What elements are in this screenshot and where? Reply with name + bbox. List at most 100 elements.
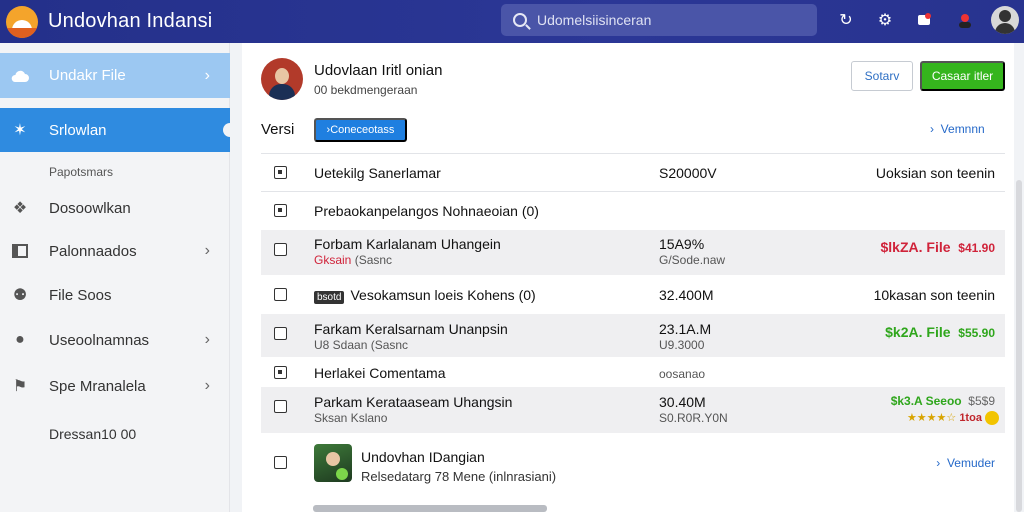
outline-button[interactable]: Sotarv — [851, 61, 913, 91]
row-price-label: $k2A. File — [885, 324, 951, 340]
chevron-right-icon: › — [930, 122, 941, 136]
row-checkbox[interactable] — [274, 166, 287, 179]
sidebar: Undakr File › ✶ Srlowlan Papotsmars ❖ Do… — [0, 43, 237, 512]
row-title-text: Vesokamsun loeis Kohens (0) — [350, 287, 536, 303]
version-link-label: Vemnnn — [940, 122, 985, 136]
row-size: 15A9% — [659, 236, 705, 252]
chevron-right-icon: › — [204, 377, 210, 394]
user-status-icon[interactable] — [953, 8, 977, 32]
table-row[interactable]: Forbam Karlalanam Uhangein Gksain (Sasnc… — [261, 230, 1005, 275]
search-box[interactable] — [501, 4, 817, 36]
row-subtitle: Gksain (Sasnc — [314, 253, 392, 267]
row-price: $k3.A Seeoo $5$9 — [891, 394, 995, 408]
version-button-label: Coneceotass — [330, 124, 395, 136]
sidebar-item-users[interactable]: ● Useoolnamnas › — [0, 327, 230, 353]
search-input[interactable] — [537, 12, 797, 28]
app-logo-icon[interactable] — [6, 5, 38, 38]
version-label: Versi — [261, 121, 295, 138]
row-badge: bsotd — [314, 291, 345, 304]
sidebar-item-label: Undakr File — [49, 67, 126, 84]
table-row[interactable]: Prebaokanpelangos Nohnaeoian (0) — [261, 192, 1005, 229]
sidebar-item-upload[interactable]: Undakr File › — [0, 53, 230, 98]
chevron-right-icon: › — [204, 331, 210, 348]
sidebar-item-label: Useoolnamnas — [49, 331, 150, 349]
row-title: Undovhan IDangian — [361, 449, 485, 465]
row-subtitle: Sksan Kslano — [314, 411, 388, 425]
pin-icon: ⚑ — [12, 378, 28, 395]
table-row[interactable]: Uetekilg Sanerlamar S20000V Uoksian son … — [261, 154, 1005, 191]
sidebar-item-active[interactable]: ✶ Srlowlan — [0, 108, 237, 152]
sidebar-item-panel[interactable]: Palonnaados › — [0, 238, 230, 264]
row-checkbox[interactable] — [274, 400, 287, 413]
version-link[interactable]: › Vemnnn — [930, 122, 985, 136]
star-icon: ✶ — [13, 122, 27, 139]
sidebar-item-files[interactable]: ⚉ File Soos — [0, 282, 230, 308]
scrollbar[interactable] — [1016, 180, 1022, 512]
chevron-right-icon: › — [204, 66, 210, 84]
rating-stars: ★★★★☆ 1toa — [906, 411, 999, 426]
row-size-sub: U9.3000 — [659, 338, 705, 352]
row-title: Farkam Keralsarnam Unanpsin — [314, 321, 508, 337]
row-size: 32.400M — [659, 287, 714, 303]
puzzle-icon: ❖ — [12, 200, 28, 217]
sidebar-item-label: Spe Mranalela — [49, 377, 146, 395]
row-subtitle-text: (Sasnc — [354, 253, 393, 267]
table-row[interactable]: Farkam Keralsarnam Unanpsin U8 Sdaan (Sa… — [261, 314, 1005, 357]
row-price-label: $lkZA. File — [880, 239, 951, 255]
row-price: $lkZA. File $41.90 — [880, 239, 995, 255]
profile-avatar — [261, 58, 303, 100]
window-icon — [10, 241, 30, 261]
row-link[interactable]: › Vemuder — [936, 456, 995, 470]
people-icon: ⚉ — [12, 287, 28, 304]
profile-subtitle: 00 bekdmengeraan — [314, 83, 418, 97]
sidebar-item-label: File Soos — [49, 286, 112, 304]
table-row[interactable]: Herlakei Comentama oosanao — [261, 358, 1005, 386]
row-checkbox[interactable] — [274, 243, 287, 256]
table-row[interactable]: bsotd Vesokamsun loeis Kohens (0) 32.400M… — [261, 276, 1005, 313]
refresh-icon[interactable]: ↻ — [834, 8, 858, 32]
notification-icon[interactable] — [912, 8, 936, 32]
row-subtitle: U8 Sdaan (Sasnc — [314, 338, 409, 352]
version-button[interactable]: › Coneceotass — [314, 118, 407, 142]
row-title: Herlakei Comentama — [314, 365, 446, 381]
row-price-value: $55.90 — [958, 326, 995, 340]
sidebar-item-label: Dosoowlkan — [49, 199, 131, 217]
star-icon: ★★★★☆ — [906, 412, 957, 424]
avatar[interactable] — [991, 6, 1019, 34]
row-size-sub: S0.R0R.Y0N — [659, 411, 728, 425]
primary-green-button[interactable]: Casaar itler — [920, 61, 1005, 91]
row-price-value: $5$9 — [968, 394, 995, 408]
row-size: 30.40M — [659, 394, 706, 410]
app-title: Undovhan Indansi — [48, 10, 213, 32]
row-size-sub: oosanao — [659, 367, 706, 381]
cloud-icon — [10, 66, 30, 86]
row-link-label: Vemuder — [946, 456, 995, 470]
row-checkbox[interactable] — [274, 456, 287, 469]
row-checkbox[interactable] — [274, 204, 287, 217]
table-row[interactable]: Parkam Kerataaseam Uhangsin Sksan Kslano… — [261, 387, 1005, 433]
row-checkbox[interactable] — [274, 366, 287, 379]
table-row[interactable]: Undovhan IDangian Relsedatarg 78 Mene (i… — [261, 440, 1005, 488]
sidebar-item-special[interactable]: ⚑ Spe Mranalela › — [0, 373, 230, 399]
profile-name: Udovlaan Iritl onian — [314, 62, 443, 79]
sidebar-item-downloads[interactable]: ❖ Dosoowlkan — [0, 195, 230, 221]
row-size-sub: G/Sode.naw — [659, 253, 726, 267]
row-title: Parkam Kerataaseam Uhangsin — [314, 394, 513, 410]
top-bar: Undovhan Indansi ↻ ⚙ — [0, 0, 1024, 43]
emoji-icon — [985, 411, 999, 426]
sidebar-item-label: Palonnaados — [49, 242, 137, 260]
row-price-label: $k3.A Seeoo — [890, 394, 962, 408]
row-subtitle: Relsedatarg 78 Mene (inlnrasiani) — [361, 469, 557, 484]
row-checkbox[interactable] — [274, 288, 287, 301]
row-status: Uoksian son teenin — [875, 165, 995, 181]
row-price-value: $41.90 — [958, 241, 995, 255]
gear-icon[interactable]: ⚙ — [873, 8, 897, 32]
sidebar-footer: Dressan10 00 — [49, 426, 137, 442]
horizontal-scrollbar[interactable] — [313, 505, 547, 512]
row-title: Uetekilg Sanerlamar — [314, 165, 441, 181]
row-size: S20000V — [659, 165, 717, 181]
sidebar-item-label: Srlowlan — [49, 121, 107, 139]
app-thumbnail — [314, 444, 352, 482]
sidebar-section-label: Papotsmars — [49, 165, 114, 179]
row-checkbox[interactable] — [274, 327, 287, 340]
